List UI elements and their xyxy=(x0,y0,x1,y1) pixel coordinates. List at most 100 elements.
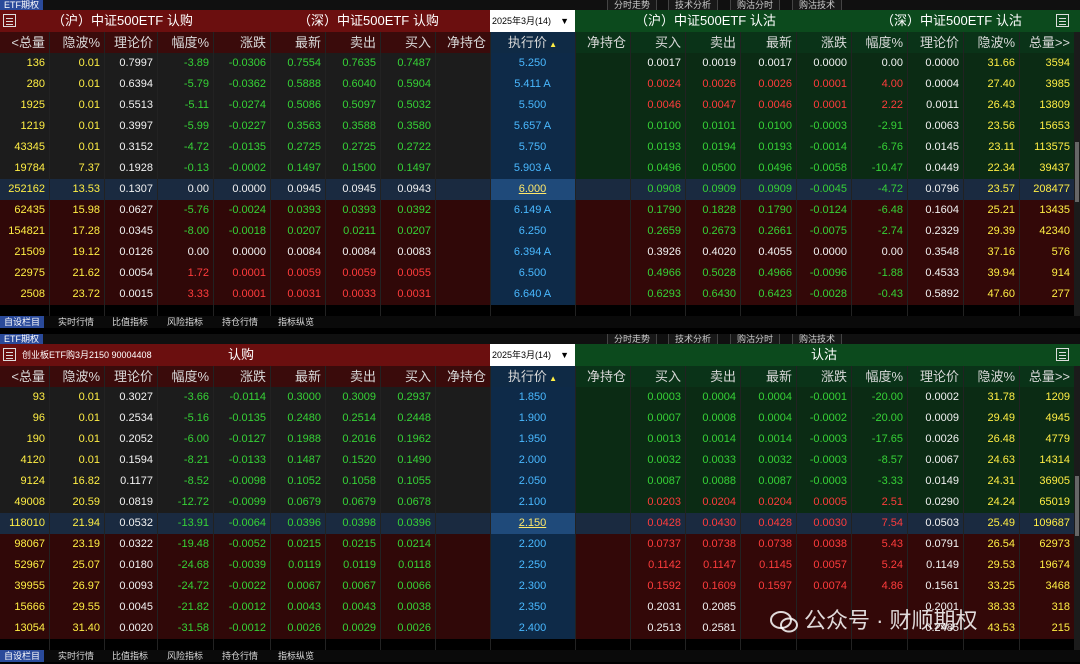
menu-icon[interactable] xyxy=(3,348,16,361)
header-call-ask[interactable]: 卖出 xyxy=(325,366,380,387)
bottom-tab-3[interactable]: 风险指标 xyxy=(163,316,207,328)
table-row[interactable]: 1925 0.01 0.5513 -5.11 -0.0274 0.5086 0.5097 0.… xyxy=(0,95,1080,116)
header-call-iv[interactable]: 隐波% xyxy=(49,32,104,53)
tab-etf-options[interactable]: ETF期权 xyxy=(0,334,43,344)
header-put-last[interactable]: 最新 xyxy=(740,32,796,53)
tab-view-2[interactable]: 购沽分时 xyxy=(730,334,781,344)
cell-call-iv: 26.97 xyxy=(49,576,104,597)
cell-put-bid: 0.0017 xyxy=(630,53,685,74)
header-put-theoretical[interactable]: 理论价 xyxy=(907,366,963,387)
table-row[interactable]: 154821 17.28 0.0345 -8.00 -0.0018 0.0207 0.021… xyxy=(0,221,1080,242)
cell-call-change-pct: -8.00 xyxy=(157,221,213,242)
tab-view-1[interactable]: 技术分析 xyxy=(668,334,719,344)
calculator-icon[interactable] xyxy=(1056,348,1069,361)
table-row[interactable]: 52967 25.07 0.0180 -24.68 -0.0039 0.0119 0.011… xyxy=(0,555,1080,576)
header-put-volume[interactable]: 总量>> xyxy=(1019,366,1074,387)
sort-up-icon[interactable]: ▲ xyxy=(547,40,557,49)
tab-view-3[interactable]: 购沽技术 xyxy=(792,0,843,10)
table-row[interactable]: 252162 13.53 0.1307 0.00 0.0000 0.0945 0.0945 0… xyxy=(0,179,1080,200)
bottom-tab-0[interactable]: 自设栏目 xyxy=(0,650,45,662)
expiry-select[interactable]: 2025年3月(14) ▼ xyxy=(490,344,575,366)
tab-view-2[interactable]: 购沽分时 xyxy=(730,0,781,10)
header-put-change-pct[interactable]: 幅度% xyxy=(851,32,907,53)
header-put-open-interest[interactable]: 净持仓 xyxy=(575,366,630,387)
calculator-icon[interactable] xyxy=(1056,14,1069,27)
header-call-theoretical[interactable]: 理论价 xyxy=(104,32,157,53)
chevron-down-icon[interactable]: ▼ xyxy=(560,344,569,366)
table-row[interactable]: 43345 0.01 0.3152 -4.72 -0.0135 0.2725 0.2725 0… xyxy=(0,137,1080,158)
expiry-select[interactable]: 2025年3月(14) ▼ xyxy=(490,10,575,32)
header-put-change[interactable]: 涨跌 xyxy=(796,32,851,53)
table-row[interactable]: 96 0.01 0.2534 -5.16 -0.0135 0.2480 0.2514 0.24… xyxy=(0,408,1080,429)
header-call-change-pct[interactable]: 幅度% xyxy=(157,366,213,387)
bottom-tab-2[interactable]: 比值指标 xyxy=(108,316,152,328)
table-row[interactable]: 39955 26.97 0.0093 -24.72 -0.0022 0.0067 0.006… xyxy=(0,576,1080,597)
bottom-tab-1[interactable]: 实时行情 xyxy=(54,316,98,328)
table-row[interactable]: 118010 21.94 0.0532 -13.91 -0.0064 0.0396 0.03… xyxy=(0,513,1080,534)
table-row[interactable]: 19784 7.37 0.1928 -0.13 -0.0002 0.1497 0.1500 0… xyxy=(0,158,1080,179)
vertical-scrollbar[interactable] xyxy=(1074,32,1080,318)
header-call-bid[interactable]: 买入 xyxy=(380,32,435,53)
header-strike-price[interactable]: 执行价 ▲ xyxy=(490,32,575,53)
header-call-open-interest[interactable]: 净持仓 xyxy=(435,366,490,387)
header-call-iv[interactable]: 隐波% xyxy=(49,366,104,387)
header-put-change[interactable]: 涨跌 xyxy=(796,366,851,387)
scrollbar-thumb[interactable] xyxy=(1075,476,1079,536)
table-row[interactable]: 49008 20.59 0.0819 -12.72 -0.0099 0.0679 0.067… xyxy=(0,492,1080,513)
header-put-iv[interactable]: 隐波% xyxy=(963,366,1019,387)
tab-view-3[interactable]: 购沽技术 xyxy=(792,334,843,344)
table-row[interactable]: 22975 21.62 0.0054 1.72 0.0001 0.0059 0.0059 0.… xyxy=(0,263,1080,284)
header-put-ask[interactable]: 卖出 xyxy=(685,366,740,387)
header-call-last[interactable]: 最新 xyxy=(270,32,325,53)
table-row[interactable]: 9124 16.82 0.1177 -8.52 -0.0098 0.1052 0.1058 0… xyxy=(0,471,1080,492)
header-call-ask[interactable]: 卖出 xyxy=(325,32,380,53)
tab-etf-options[interactable]: ETF期权 xyxy=(0,0,43,10)
bottom-tab-3[interactable]: 风险指标 xyxy=(163,650,207,662)
vertical-scrollbar[interactable] xyxy=(1074,366,1080,652)
table-row[interactable]: 98067 23.19 0.0322 -19.48 -0.0052 0.0215 0.021… xyxy=(0,534,1080,555)
cell-strike-price: 5.250 xyxy=(490,53,575,74)
bottom-tab-0[interactable]: 自设栏目 xyxy=(0,316,45,328)
header-call-last[interactable]: 最新 xyxy=(270,366,325,387)
header-put-last[interactable]: 最新 xyxy=(740,366,796,387)
header-call-volume[interactable]: <总量 xyxy=(0,32,49,53)
header-put-change-pct[interactable]: 幅度% xyxy=(851,366,907,387)
header-call-change[interactable]: 涨跌 xyxy=(213,32,270,53)
menu-icon[interactable] xyxy=(3,14,16,27)
table-row[interactable]: 4120 0.01 0.1594 -8.21 -0.0133 0.1487 0.1520 0.… xyxy=(0,450,1080,471)
bottom-tab-5[interactable]: 指标纵览 xyxy=(274,650,318,662)
bottom-tab-4[interactable]: 持仓行情 xyxy=(218,316,262,328)
table-row[interactable]: 136 0.01 0.7997 -3.89 -0.0306 0.7554 0.7635 0.7… xyxy=(0,53,1080,74)
table-row[interactable]: 190 0.01 0.2052 -6.00 -0.0127 0.1988 0.2016 0.1… xyxy=(0,429,1080,450)
table-row[interactable]: 93 0.01 0.3027 -3.66 -0.0114 0.3000 0.3009 0.29… xyxy=(0,387,1080,408)
tab-view-1[interactable]: 技术分析 xyxy=(668,0,719,10)
tab-view-0[interactable]: 分时走势 xyxy=(607,334,658,344)
sort-up-icon[interactable]: ▲ xyxy=(547,374,557,383)
chevron-down-icon[interactable]: ▼ xyxy=(560,10,569,32)
header-call-volume[interactable]: <总量 xyxy=(0,366,49,387)
header-call-change-pct[interactable]: 幅度% xyxy=(157,32,213,53)
header-put-theoretical[interactable]: 理论价 xyxy=(907,32,963,53)
table-row[interactable]: 62435 15.98 0.0627 -5.76 -0.0024 0.0393 0.0393… xyxy=(0,200,1080,221)
table-row[interactable]: 2508 23.72 0.0015 3.33 0.0001 0.0031 0.0033 0.0… xyxy=(0,284,1080,305)
scrollbar-thumb[interactable] xyxy=(1075,142,1079,202)
header-put-ask[interactable]: 卖出 xyxy=(685,32,740,53)
tab-view-0[interactable]: 分时走势 xyxy=(607,0,658,10)
header-put-volume[interactable]: 总量>> xyxy=(1019,32,1074,53)
header-call-change[interactable]: 涨跌 xyxy=(213,366,270,387)
header-call-open-interest[interactable]: 净持仓 xyxy=(435,32,490,53)
header-call-theoretical[interactable]: 理论价 xyxy=(104,366,157,387)
bottom-tab-5[interactable]: 指标纵览 xyxy=(274,316,318,328)
bottom-tab-4[interactable]: 持仓行情 xyxy=(218,650,262,662)
table-row[interactable]: 1219 0.01 0.3997 -5.99 -0.0227 0.3563 0.3588 0.… xyxy=(0,116,1080,137)
table-row[interactable]: 280 0.01 0.6394 -5.79 -0.0362 0.5888 0.6040 0.5… xyxy=(0,74,1080,95)
header-put-bid[interactable]: 买入 xyxy=(630,366,685,387)
bottom-tab-1[interactable]: 实时行情 xyxy=(54,650,98,662)
header-strike-price[interactable]: 执行价 ▲ xyxy=(490,366,575,387)
header-put-bid[interactable]: 买入 xyxy=(630,32,685,53)
header-call-bid[interactable]: 买入 xyxy=(380,366,435,387)
header-put-iv[interactable]: 隐波% xyxy=(963,32,1019,53)
table-row[interactable]: 21509 19.12 0.0126 0.00 0.0000 0.0084 0.0084 0.… xyxy=(0,242,1080,263)
bottom-tab-2[interactable]: 比值指标 xyxy=(108,650,152,662)
header-put-open-interest[interactable]: 净持仓 xyxy=(575,32,630,53)
